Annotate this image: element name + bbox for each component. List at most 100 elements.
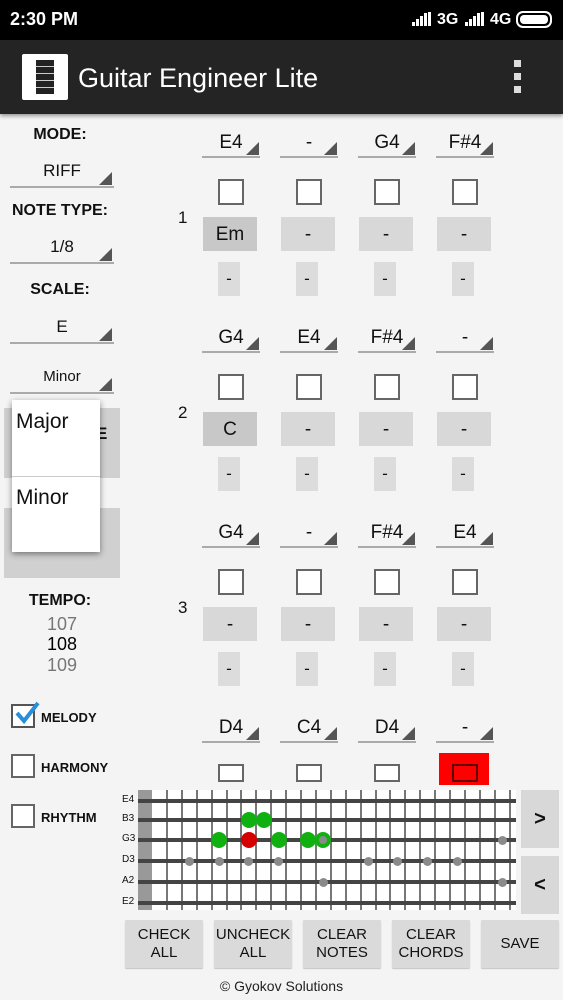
scale-type-dropdown: Major Minor: [12, 400, 100, 552]
beat-checkbox[interactable]: [374, 764, 400, 782]
chord-button[interactable]: -: [437, 607, 491, 641]
chord-button[interactable]: -: [281, 217, 335, 251]
uncheck-all-button[interactable]: UNCHECK ALL: [214, 920, 292, 968]
scale-marker: [274, 856, 284, 866]
tempo-value[interactable]: 108: [0, 634, 124, 655]
mode-spinner[interactable]: RIFF: [10, 156, 114, 188]
string-label: D3: [122, 854, 135, 865]
clear-notes-button[interactable]: CLEAR NOTES: [303, 920, 381, 968]
fret-line: [180, 790, 183, 910]
chord-button[interactable]: -: [359, 607, 413, 641]
scale-label: SCALE:: [30, 281, 90, 298]
rhythm-checkbox[interactable]: [11, 804, 35, 828]
note-marker: [240, 812, 257, 828]
note-spinner[interactable]: D4: [358, 717, 416, 743]
fretboard-next-button[interactable]: >: [521, 790, 559, 848]
sub-chord-button[interactable]: -: [296, 652, 318, 686]
beat-checkbox[interactable]: [296, 179, 322, 205]
note-spinner[interactable]: D4: [202, 717, 260, 743]
status-time: 2:30 PM: [10, 9, 79, 29]
fret-line: [374, 790, 377, 910]
bar-number: 3: [178, 598, 188, 617]
note-spinner[interactable]: G4: [202, 522, 260, 548]
beat-checkbox[interactable]: [374, 179, 400, 205]
sub-chord-button[interactable]: -: [218, 652, 240, 686]
sub-chord-button[interactable]: -: [374, 652, 396, 686]
chord-button[interactable]: Em: [203, 217, 257, 251]
beat-checkbox[interactable]: [452, 764, 478, 782]
chord-button[interactable]: C: [203, 412, 257, 446]
scale-marker: [244, 856, 254, 866]
beat-checkbox[interactable]: [374, 569, 400, 595]
note-spinner[interactable]: C4: [280, 717, 338, 743]
note-spinner[interactable]: -: [280, 522, 338, 548]
beat-checkbox[interactable]: [218, 569, 244, 595]
fret-line: [449, 790, 451, 910]
scale-marker: [393, 856, 403, 866]
chord-button[interactable]: -: [281, 412, 335, 446]
beat-checkbox[interactable]: [452, 374, 478, 400]
tempo-label: TEMPO:: [28, 592, 92, 609]
note-spinner[interactable]: F#4: [358, 327, 416, 353]
fret-line: [434, 790, 437, 910]
beat-checkbox[interactable]: [218, 764, 244, 782]
fretboard-background: [138, 790, 516, 910]
sub-chord-button[interactable]: -: [452, 457, 474, 491]
sub-chord-button[interactable]: -: [452, 652, 474, 686]
chord-button[interactable]: -: [203, 607, 257, 641]
sub-chord-button[interactable]: -: [374, 457, 396, 491]
fretboard-prev-button[interactable]: <: [521, 856, 559, 914]
note-spinner[interactable]: G4: [202, 327, 260, 353]
beat-checkbox[interactable]: [218, 374, 244, 400]
beat-checkbox[interactable]: [296, 569, 322, 595]
note-spinner[interactable]: F#4: [358, 522, 416, 548]
fretboard[interactable]: E4 B3 G3 D3 A2 E2: [122, 788, 520, 912]
rhythm-label: RHYTHM: [41, 810, 97, 825]
note-spinner[interactable]: -: [280, 132, 338, 158]
signal-icon: [465, 12, 485, 26]
chord-button[interactable]: -: [359, 412, 413, 446]
beat-checkbox[interactable]: [452, 179, 478, 205]
melody-checkbox[interactable]: [11, 701, 40, 728]
harmony-checkbox[interactable]: [11, 754, 35, 778]
sub-chord-button[interactable]: -: [296, 262, 318, 296]
dropdown-option-minor[interactable]: Minor: [12, 476, 100, 552]
sub-chord-button[interactable]: -: [452, 262, 474, 296]
footer-credit: © Gyokov Solutions: [219, 978, 344, 994]
clear-chords-button[interactable]: CLEAR CHORDS: [392, 920, 470, 968]
scale-marker: [363, 856, 373, 866]
overflow-menu-icon[interactable]: [508, 60, 528, 96]
note-spinner[interactable]: -: [436, 717, 494, 743]
beat-checkbox[interactable]: [218, 179, 244, 205]
note-type-spinner[interactable]: 1/8: [10, 232, 114, 264]
check-all-button[interactable]: CHECK ALL: [125, 920, 203, 968]
beat-checkbox[interactable]: [296, 374, 322, 400]
guitar-string: [138, 901, 516, 905]
chord-button[interactable]: -: [359, 217, 413, 251]
fret-line: [478, 790, 481, 910]
fret-line: [329, 790, 332, 910]
chord-button[interactable]: -: [437, 217, 491, 251]
sub-chord-button[interactable]: -: [218, 457, 240, 491]
beat-checkbox[interactable]: [374, 374, 400, 400]
note-spinner[interactable]: G4: [358, 132, 416, 158]
note-spinner[interactable]: -: [436, 327, 494, 353]
sub-chord-button[interactable]: -: [218, 262, 240, 296]
chord-button[interactable]: -: [281, 607, 335, 641]
beat-checkbox[interactable]: [296, 764, 322, 782]
beat-checkbox[interactable]: [452, 569, 478, 595]
save-button[interactable]: SAVE: [481, 920, 559, 968]
note-spinner[interactable]: E4: [436, 522, 494, 548]
dropdown-option-major[interactable]: Major: [12, 400, 100, 476]
sub-chord-button[interactable]: -: [296, 457, 318, 491]
fret-line: [389, 790, 392, 910]
sub-chord-button[interactable]: -: [374, 262, 396, 296]
scale-root-spinner[interactable]: E: [10, 312, 114, 344]
note-spinner[interactable]: E4: [202, 132, 260, 158]
bar-number: 1: [178, 208, 188, 227]
chord-button[interactable]: -: [437, 412, 491, 446]
scale-type-spinner[interactable]: Minor: [10, 362, 114, 394]
note-spinner[interactable]: F#4: [436, 132, 494, 158]
fret-line: [255, 790, 258, 910]
note-spinner[interactable]: E4: [280, 327, 338, 353]
